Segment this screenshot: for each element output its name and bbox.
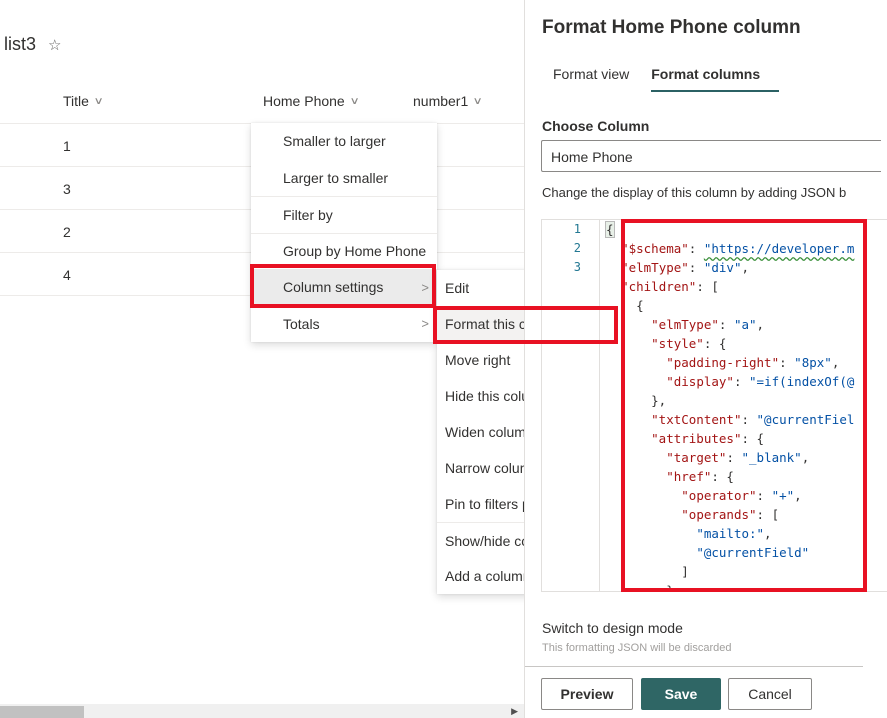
code-line: "operands": [ — [681, 507, 780, 522]
column-header-label: Home Phone — [263, 93, 345, 109]
column-header-number1[interactable]: number1 ∨ — [413, 93, 484, 109]
menu-item-label: Edit — [445, 280, 470, 296]
horizontal-scrollbar[interactable]: ▶ — [0, 704, 524, 718]
switch-to-design-mode-link[interactable]: Switch to design mode — [542, 620, 683, 636]
code-line: "txtContent": "@currentFiel — [651, 412, 855, 427]
code-line: } — [606, 583, 674, 592]
line-number-gutter: 1 2 3 — [542, 220, 600, 591]
title-cell: 2 — [63, 224, 71, 240]
favorite-star-icon[interactable]: ☆ — [48, 36, 61, 54]
code-line: { — [605, 221, 615, 238]
code-line: "padding-right": "8px", — [666, 355, 840, 370]
code-line: "style": { — [651, 336, 727, 351]
json-code-editor[interactable]: 1 2 3 { "$schema": "https://developer.m … — [541, 219, 887, 592]
code-line: "elmType": "div", — [621, 260, 750, 275]
menu-item-label: Column settings — [283, 279, 384, 296]
column-header-title[interactable]: Title ∨ — [63, 93, 104, 109]
menu-item-label: Totals — [283, 315, 320, 332]
chevron-right-icon: > — [421, 279, 429, 295]
code-line: "operator": "+", — [681, 488, 802, 503]
column-header-home-phone[interactable]: Home Phone ∨ — [263, 93, 360, 109]
code-line: "elmType": "a", — [651, 317, 765, 332]
preview-button[interactable]: Preview — [541, 678, 633, 710]
code-line: }, — [606, 393, 667, 408]
menu-item-label: Filter by — [283, 206, 333, 223]
column-header-label: number1 — [413, 93, 469, 109]
menu-item-label: Larger to smaller — [283, 169, 389, 186]
code-line: ] — [606, 564, 689, 579]
list-title: list3 ☆ — [4, 34, 61, 55]
cancel-button[interactable]: Cancel — [728, 678, 812, 710]
line-number: 1 — [573, 222, 581, 236]
title-cell: 4 — [63, 267, 71, 283]
code-line: "@currentField" — [696, 545, 810, 560]
chevron-down-icon: ∨ — [349, 95, 360, 107]
title-cell: 1 — [63, 138, 71, 154]
format-tabs: Format view Format columns — [542, 64, 780, 92]
menu-item-label: Group by Home Phone — [283, 243, 427, 260]
chevron-down-icon: ∨ — [93, 95, 104, 107]
chevron-right-icon: > — [421, 316, 429, 332]
line-number: 2 — [573, 241, 581, 255]
json-description: Change the display of this column by add… — [542, 185, 847, 200]
menu-item-filter-by[interactable]: Filter by — [251, 196, 437, 233]
chevron-down-icon: ∨ — [472, 95, 484, 107]
save-button[interactable]: Save — [641, 678, 721, 710]
app-root: list3 ☆ Title ∨ Home Phone ∨ number1 ∨ 1… — [0, 0, 887, 718]
footer-divider — [525, 666, 863, 667]
menu-item-label: Move right — [445, 352, 511, 368]
panel-title: Format Home Phone column — [542, 17, 801, 38]
list-view: list3 ☆ Title ∨ Home Phone ∨ number1 ∨ 1… — [0, 0, 617, 718]
code-line: "href": { — [666, 469, 734, 484]
choose-column-label: Choose Column — [542, 118, 650, 134]
menu-item-label: Add a column — [445, 568, 531, 584]
scrollbar-thumb[interactable] — [0, 706, 84, 718]
line-number: 3 — [573, 260, 581, 274]
code-line: "children": [ — [621, 279, 719, 294]
menu-item-label: Widen column — [445, 424, 534, 440]
code-line: "display": "=if(indexOf(@ — [666, 374, 855, 389]
title-cell: 3 — [63, 181, 71, 197]
menu-item-totals[interactable]: Totals > — [251, 306, 437, 343]
choose-column-dropdown[interactable]: Home Phone — [541, 140, 881, 172]
menu-item-sort-ascending[interactable]: Smaller to larger — [251, 123, 437, 160]
tab-format-view[interactable]: Format view — [542, 64, 640, 92]
menu-item-label: Smaller to larger — [283, 133, 386, 150]
code-line: "mailto:", — [696, 526, 772, 541]
tab-format-columns[interactable]: Format columns — [640, 64, 780, 92]
menu-item-group-by[interactable]: Group by Home Phone — [251, 232, 437, 270]
scroll-right-arrow-icon[interactable]: ▶ — [511, 706, 518, 717]
list-name: list3 — [4, 34, 37, 54]
code-line: "attributes": { — [651, 431, 765, 446]
column-context-menu: Smaller to larger Larger to smaller Filt… — [251, 123, 437, 342]
column-header-label: Title — [63, 93, 89, 109]
code-lines: { "$schema": "https://developer.m "elmTy… — [605, 220, 887, 592]
menu-item-column-settings[interactable]: Column settings > — [251, 269, 437, 306]
code-line: { — [606, 298, 644, 313]
menu-item-sort-descending[interactable]: Larger to smaller — [251, 160, 437, 197]
discard-note: This formatting JSON will be discarded — [542, 642, 732, 654]
code-line: "$schema": "https://developer.m — [621, 241, 855, 256]
code-line: "target": "_blank", — [666, 450, 810, 465]
format-column-panel: Format Home Phone column Format view For… — [524, 0, 887, 718]
